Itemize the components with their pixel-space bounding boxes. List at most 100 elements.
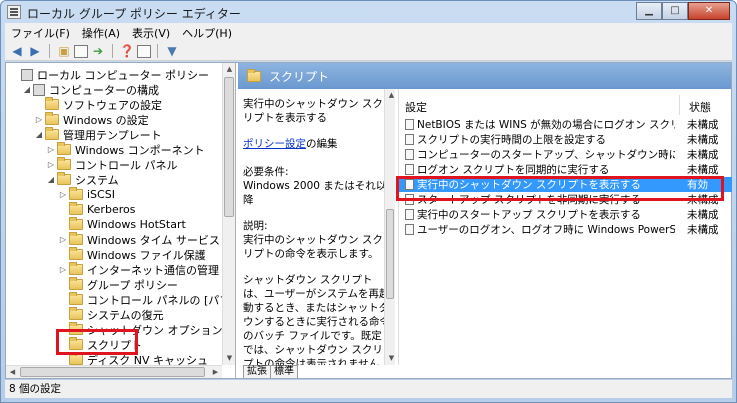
close-button[interactable]: ✕ <box>688 2 730 20</box>
body-area: ローカル コンピューター ポリシー ◢ コンピューターの構成 ソフトウェアの設定 ▷ Wi… <box>5 62 732 379</box>
menu-action[interactable]: 操作(A) <box>76 25 126 41</box>
tree-item[interactable]: Windows HotStart <box>58 217 186 232</box>
tree-item-label: Windows ファイル保護 <box>87 248 206 262</box>
setting-name: 実行中のスタートアップ スクリプトを表示する <box>417 209 641 221</box>
tree-item[interactable]: ▷ Windows コンポーネント <box>46 142 205 157</box>
tree-item[interactable]: コントロール パネルの [パフォー <box>58 292 236 307</box>
scroll-thumb[interactable] <box>386 209 394 299</box>
policy-setting-icon <box>405 224 414 235</box>
tree-vertical-scrollbar[interactable]: ▲ ▼ <box>222 63 235 365</box>
list-item[interactable]: コンピューターのスタートアップ、シャットダウン時に ... 未構成 <box>399 147 732 162</box>
policy-settings-link[interactable]: ポリシー設定 <box>243 138 306 150</box>
folder-icon <box>45 127 59 140</box>
tree-item[interactable]: ◢ 管理用テンプレート <box>34 127 162 142</box>
title-bar[interactable]: ローカル グループ ポリシー エディター ▁ □ ✕ <box>1 1 736 23</box>
list-item[interactable]: ユーザーのログオン、ログオフ時に Windows PowerShel... 未構成 <box>399 222 732 237</box>
minimize-button[interactable]: ▁ <box>636 2 662 20</box>
forward-arrow-icon[interactable]: ▶ <box>27 43 43 59</box>
scroll-right-icon[interactable]: ▶ <box>209 366 222 378</box>
tree-item[interactable]: ▷ コントロール パネル <box>46 157 178 172</box>
column-header-state[interactable]: 状態 <box>689 99 711 115</box>
computer-icon <box>21 68 33 81</box>
expand-toggle-icon[interactable]: ▷ <box>58 190 68 199</box>
tree-item[interactable]: システムの復元 <box>58 307 164 322</box>
scroll-left-icon[interactable]: ◀ <box>6 366 19 378</box>
expand-toggle-icon[interactable]: ◢ <box>46 175 56 184</box>
tree-item-label: Windows タイム サービス <box>87 233 220 247</box>
expand-toggle-icon[interactable]: ▷ <box>46 160 56 169</box>
back-arrow-icon[interactable]: ◀ <box>9 43 25 59</box>
setting-state: 未構成 <box>687 224 719 236</box>
list-item[interactable]: ログオン スクリプトを同期的に実行する 未構成 <box>399 162 732 177</box>
scroll-down-icon[interactable]: ▼ <box>223 352 235 365</box>
tree-item-label: システムの復元 <box>87 308 164 322</box>
column-header-setting[interactable]: 設定 <box>405 99 427 115</box>
menu-file[interactable]: ファイル(F) <box>5 25 76 41</box>
setting-name: ユーザーのログオン、ログオフ時に Windows PowerShel... <box>417 224 675 236</box>
folder-icon <box>69 292 83 305</box>
setting-state: 未構成 <box>687 134 719 146</box>
folder-icon <box>247 68 261 82</box>
tree-item-label: Windows コンポーネント <box>75 143 205 157</box>
folder-icon <box>69 202 83 215</box>
content-pane: スクリプト 実行中のシャットダウン スクリプトを表示する ポリシー設定の編集 必… <box>238 63 732 378</box>
tree-item[interactable]: ローカル コンピューター ポリシー <box>10 67 209 82</box>
scroll-up-icon[interactable]: ▲ <box>385 89 398 102</box>
maximize-button[interactable]: □ <box>662 2 688 20</box>
menu-help[interactable]: ヘルプ(H) <box>176 25 238 41</box>
tree-item-label: グループ ポリシー <box>87 278 178 292</box>
tree-item[interactable]: ◢ コンピューターの構成 <box>22 82 159 97</box>
tab-extended[interactable]: 拡張 <box>243 365 271 378</box>
list-item[interactable]: スクリプトの実行時間の上限を設定する 未構成 <box>399 132 732 147</box>
folder-icon <box>69 352 83 365</box>
list-item[interactable]: 実行中のスタートアップ スクリプトを表示する 未構成 <box>399 207 732 222</box>
show-hide-tree-icon[interactable] <box>74 44 88 58</box>
scroll-thumb[interactable] <box>20 367 205 377</box>
setting-name: NetBIOS または WINS が無効の場合にログオン スクリ... <box>417 119 675 131</box>
tree-item[interactable]: グループ ポリシー <box>58 277 178 292</box>
scroll-thumb[interactable] <box>224 77 234 217</box>
tree-item[interactable]: ソフトウェアの設定 <box>34 97 162 112</box>
app-icon <box>7 5 21 19</box>
description-scrollbar[interactable]: ▲ ▼ <box>384 89 395 365</box>
list-item[interactable]: NetBIOS または WINS が無効の場合にログオン スクリ... 未構成 <box>399 117 732 132</box>
tree-item[interactable]: Kerberos <box>58 202 135 217</box>
scroll-up-icon[interactable]: ▲ <box>223 63 235 76</box>
tree-item[interactable]: ▷ iSCSI <box>58 187 115 202</box>
tree-item[interactable]: ▷ Windows の設定 <box>34 112 149 127</box>
policy-edit-text: の編集 <box>306 138 338 150</box>
expand-toggle-icon[interactable]: ◢ <box>34 130 44 139</box>
expand-toggle-icon[interactable]: ▷ <box>34 115 44 124</box>
folder-icon <box>69 262 83 275</box>
export-list-icon[interactable]: ➔ <box>90 43 106 59</box>
tab-standard[interactable]: 標準 <box>270 365 298 378</box>
tree-item-label: コントロール パネルの [パフォー <box>87 293 236 307</box>
tree-item[interactable]: ◢ システム <box>46 172 119 187</box>
folder-icon <box>45 97 59 110</box>
requirements-value: Windows 2000 またはそれ以降 <box>243 180 387 206</box>
tree-item[interactable]: ▷ インターネット通信の管理 <box>58 262 219 277</box>
toolbar-separator <box>49 44 50 58</box>
expand-toggle-icon[interactable]: ▷ <box>58 265 68 274</box>
scroll-down-icon[interactable]: ▼ <box>385 352 398 365</box>
tree-item[interactable]: Windows ファイル保護 <box>58 247 206 262</box>
toolbar-separator <box>157 44 158 58</box>
properties-icon[interactable] <box>137 44 151 58</box>
tree-horizontal-scrollbar[interactable]: ◀ ▶ <box>6 365 222 378</box>
setting-state: 未構成 <box>687 119 719 131</box>
window-title: ローカル グループ ポリシー エディター <box>27 7 241 21</box>
filter-icon[interactable]: ▼ <box>164 43 180 59</box>
tree-item[interactable]: ▷ Windows タイム サービス <box>58 232 220 247</box>
setting-state: 未構成 <box>687 164 719 176</box>
expand-toggle-icon[interactable]: ◢ <box>22 85 32 94</box>
folder-icon <box>57 142 71 155</box>
up-folder-icon[interactable]: ▣ <box>56 43 72 59</box>
folder-icon <box>45 112 59 125</box>
expand-toggle-icon[interactable]: ▷ <box>46 145 56 154</box>
view-tabs: 拡張 標準 <box>238 365 731 378</box>
help-icon[interactable]: ❓ <box>119 43 135 59</box>
expand-toggle-icon[interactable]: ▷ <box>58 235 68 244</box>
tree-item-label: システム <box>75 173 119 187</box>
column-divider[interactable] <box>679 95 680 115</box>
menu-view[interactable]: 表示(V) <box>126 25 176 41</box>
